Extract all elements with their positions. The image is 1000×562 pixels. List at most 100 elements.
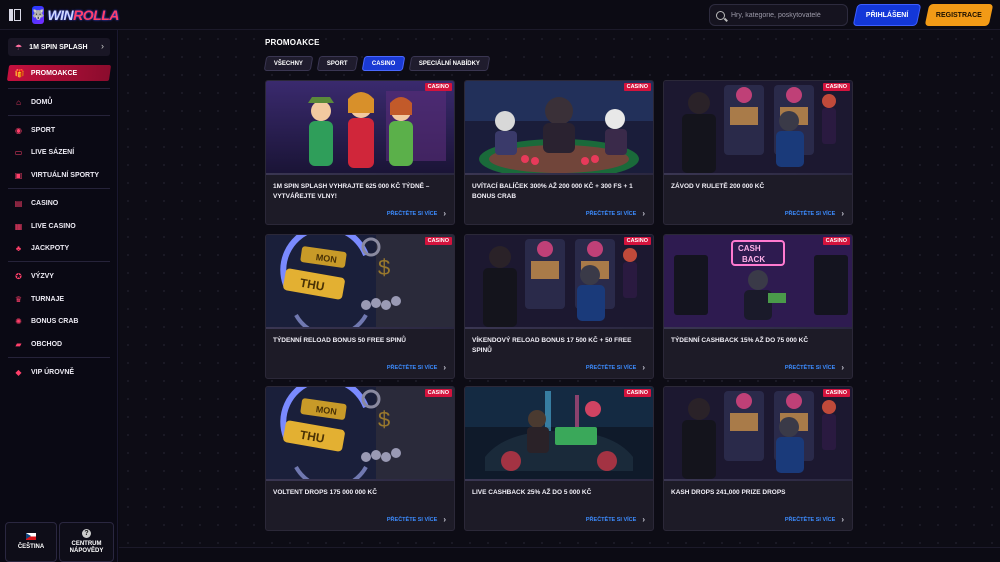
sidebar-item-home[interactable]: ⌂ DOMŮ xyxy=(14,96,52,108)
sidebar: ☂ 1M SPIN SPLASH › 🎁 PROMOAKCE ⌂ DOMŮ ◉ … xyxy=(0,30,118,562)
filter-label: SPORT xyxy=(327,60,348,67)
search-input[interactable] xyxy=(731,11,841,19)
sidebar-item-bonus-crab[interactable]: ✺ BONUS CRAB xyxy=(14,315,78,327)
divider xyxy=(8,88,110,89)
filter-sport[interactable]: SPORT xyxy=(316,56,359,71)
promo-card-image[interactable] xyxy=(664,81,852,173)
promo-card-image[interactable] xyxy=(465,235,653,327)
promo-card[interactable]: CASINO ZÁVOD V RULETĚ 200 000 KČ PŘEČTĚTE … xyxy=(663,80,853,225)
promo-card-image[interactable] xyxy=(266,81,454,173)
sidebar-item-casino[interactable]: ▤ CASINO xyxy=(14,197,59,209)
menu-toggle-icon[interactable] xyxy=(9,9,21,21)
chevron-right-icon: › xyxy=(443,363,446,372)
read-more-link[interactable]: PŘEČTĚTE SI VÍCE › xyxy=(387,515,446,524)
register-button[interactable]: REGISTRACE xyxy=(924,4,994,26)
trophy-icon: ♛ xyxy=(14,294,23,304)
promo-card-image[interactable] xyxy=(664,387,852,479)
sidebar-item-live-casino[interactable]: ▦ LIVE CASINO xyxy=(14,220,76,232)
category-badge: CASINO xyxy=(822,83,850,91)
virtual-icon: ▣ xyxy=(14,170,23,180)
promo-card[interactable]: CASINO UVÍTACÍ BALÍČEK 300% AŽ 200 000 KČ… xyxy=(464,80,654,225)
read-more-link[interactable]: PŘEČTĚTE SI VÍCE › xyxy=(586,209,645,218)
filter-all[interactable]: VŠECHNY xyxy=(263,56,314,71)
read-more-link[interactable]: PŘEČTĚTE SI VÍCE › xyxy=(387,209,446,218)
promo-card-image[interactable] xyxy=(465,81,653,173)
read-more-label: PŘEČTĚTE SI VÍCE xyxy=(784,210,836,217)
chevron-right-icon: › xyxy=(841,363,844,372)
promo-card-title: 1M SPIN SPLASH VYHRAJTE 625 000 KČ TÝDNĚ… xyxy=(273,183,430,200)
promo-card-image[interactable]: MON THU $ xyxy=(266,387,454,479)
logo[interactable]: 🐺 WINROLLA xyxy=(32,5,119,25)
sidebar-item-virtual-sports[interactable]: ▣ VIRTUÁLNÍ SPORTY xyxy=(14,169,99,181)
divider xyxy=(8,188,110,189)
sidebar-item-label: JACKPOTY xyxy=(31,244,70,252)
chevron-right-icon: › xyxy=(642,363,645,372)
chevron-right-icon: › xyxy=(841,209,844,218)
promo-card-title: TÝDENNÍ CASHBACK 15% AŽ DO 75 000 KČ xyxy=(671,337,809,344)
search-box[interactable] xyxy=(709,4,848,26)
promo-card-title: VOLTENT DROPS 175 000 000 KČ xyxy=(273,489,377,496)
help-icon: ? xyxy=(82,529,91,538)
chevron-right-icon: › xyxy=(841,515,844,524)
category-badge: CASINO xyxy=(623,237,651,245)
sidebar-item-shop[interactable]: ▰ OBCHOD xyxy=(14,338,62,350)
promo-card[interactable]: CASINO VÍKENDOVÝ RELOAD BONUS 17 500 KČ +… xyxy=(464,234,654,379)
login-label: PŘIHLÁŠENÍ xyxy=(865,11,909,19)
help-center-button[interactable]: ? CENTRUM NÁPOVĚDY xyxy=(59,522,114,562)
filter-special-offers[interactable]: SPECIÁLNÍ NABÍDKY xyxy=(408,56,491,71)
promo-card-title: LIVE CASHBACK 25% AŽ DO 5 000 KČ xyxy=(472,489,592,496)
promo-card[interactable]: MON THU $ CASINO VOLTENT DROPS 175 000 000 K… xyxy=(265,386,455,531)
promo-card[interactable]: CASINO LIVE CASHBACK 25% AŽ DO 5 000 KČ PŘ… xyxy=(464,386,654,531)
sidebar-item-challenges[interactable]: ✪ VÝZVY xyxy=(14,270,54,282)
read-more-link[interactable]: PŘEČTĚTE SI VÍCE › xyxy=(586,363,645,372)
divider xyxy=(8,115,110,116)
promo-card[interactable]: MON THU $ CASINO TÝDENNÍ RELOAD BONUS 50 FRE… xyxy=(265,234,455,379)
login-button[interactable]: PŘIHLÁŠENÍ xyxy=(852,4,922,26)
read-more-label: PŘEČTĚTE SI VÍCE xyxy=(585,516,637,523)
read-more-link[interactable]: PŘEČTĚTE SI VÍCE › xyxy=(586,515,645,524)
promo-card-image[interactable] xyxy=(465,387,653,479)
language-label: ČEŠTINA xyxy=(17,544,45,550)
sidebar-item-promo[interactable]: 🎁 PROMOAKCE xyxy=(6,65,112,81)
sidebar-item-label: BONUS CRAB xyxy=(31,317,79,325)
svg-text:$: $ xyxy=(378,255,390,280)
card-divider xyxy=(465,327,653,329)
category-badge: CASINO xyxy=(424,389,452,397)
register-label: REGISTRACE xyxy=(936,11,982,19)
wolf-logo-icon: 🐺 xyxy=(32,6,45,24)
diamond-icon: ◆ xyxy=(15,367,22,377)
sidebar-item-live-betting[interactable]: ▭ LIVE SÁZENÍ xyxy=(14,146,74,158)
read-more-link[interactable]: PŘEČTĚTE SI VÍCE › xyxy=(785,209,844,218)
live-casino-icon: ▦ xyxy=(14,221,23,231)
sidebar-item-label: OBCHOD xyxy=(31,340,63,348)
promo-card-image[interactable]: CASH BACK xyxy=(664,235,852,327)
category-badge: CASINO xyxy=(822,237,850,245)
spin-splash-banner[interactable]: ☂ 1M SPIN SPLASH › xyxy=(8,38,110,56)
promo-card[interactable]: CASINO 1M SPIN SPLASH VYHRAJTE 625 000 KČ… xyxy=(265,80,455,225)
read-more-link[interactable]: PŘEČTĚTE SI VÍCE › xyxy=(387,363,446,372)
promo-card[interactable]: CASH BACK CASINO TÝDENNÍ CASHBACK 15% AŽ DO… xyxy=(663,234,853,379)
sidebar-item-sport[interactable]: ◉ SPORT xyxy=(14,124,55,136)
ball-icon: ◉ xyxy=(15,125,22,135)
card-divider xyxy=(266,479,454,481)
filter-casino[interactable]: CASINO xyxy=(361,56,406,71)
promo-card-image[interactable]: MON THU $ xyxy=(266,235,454,327)
help-label-line2: NÁPOVĚDY xyxy=(69,548,104,554)
main-content: PROMOAKCE VŠECHNY SPORT CASINO SPECIÁLNÍ… xyxy=(119,30,1000,562)
sidebar-item-label: LIVE SÁZENÍ xyxy=(31,148,75,156)
card-divider xyxy=(266,173,454,175)
read-more-link[interactable]: PŘEČTĚTE SI VÍCE › xyxy=(785,363,844,372)
gift-icon: 🎁 xyxy=(15,68,25,78)
card-divider xyxy=(664,173,852,175)
logo-text: WINROLLA xyxy=(47,7,119,23)
shop-icon: ▰ xyxy=(15,339,22,349)
promo-card[interactable]: CASINO KASH DROPS 241,000 PRIZE DROPS PŘEČ… xyxy=(663,386,853,531)
category-badge: CASINO xyxy=(424,83,452,91)
chevron-right-icon: › xyxy=(642,209,645,218)
read-more-link[interactable]: PŘEČTĚTE SI VÍCE › xyxy=(785,515,844,524)
sidebar-item-label: LIVE CASINO xyxy=(31,222,76,230)
language-selector[interactable]: ČEŠTINA xyxy=(5,522,57,562)
sidebar-item-jackpots[interactable]: ♣ JACKPOTY xyxy=(14,242,69,254)
sidebar-item-vip[interactable]: ◆ VIP ÚROVNĚ xyxy=(14,366,74,378)
sidebar-item-tournaments[interactable]: ♛ TURNAJE xyxy=(14,293,64,305)
